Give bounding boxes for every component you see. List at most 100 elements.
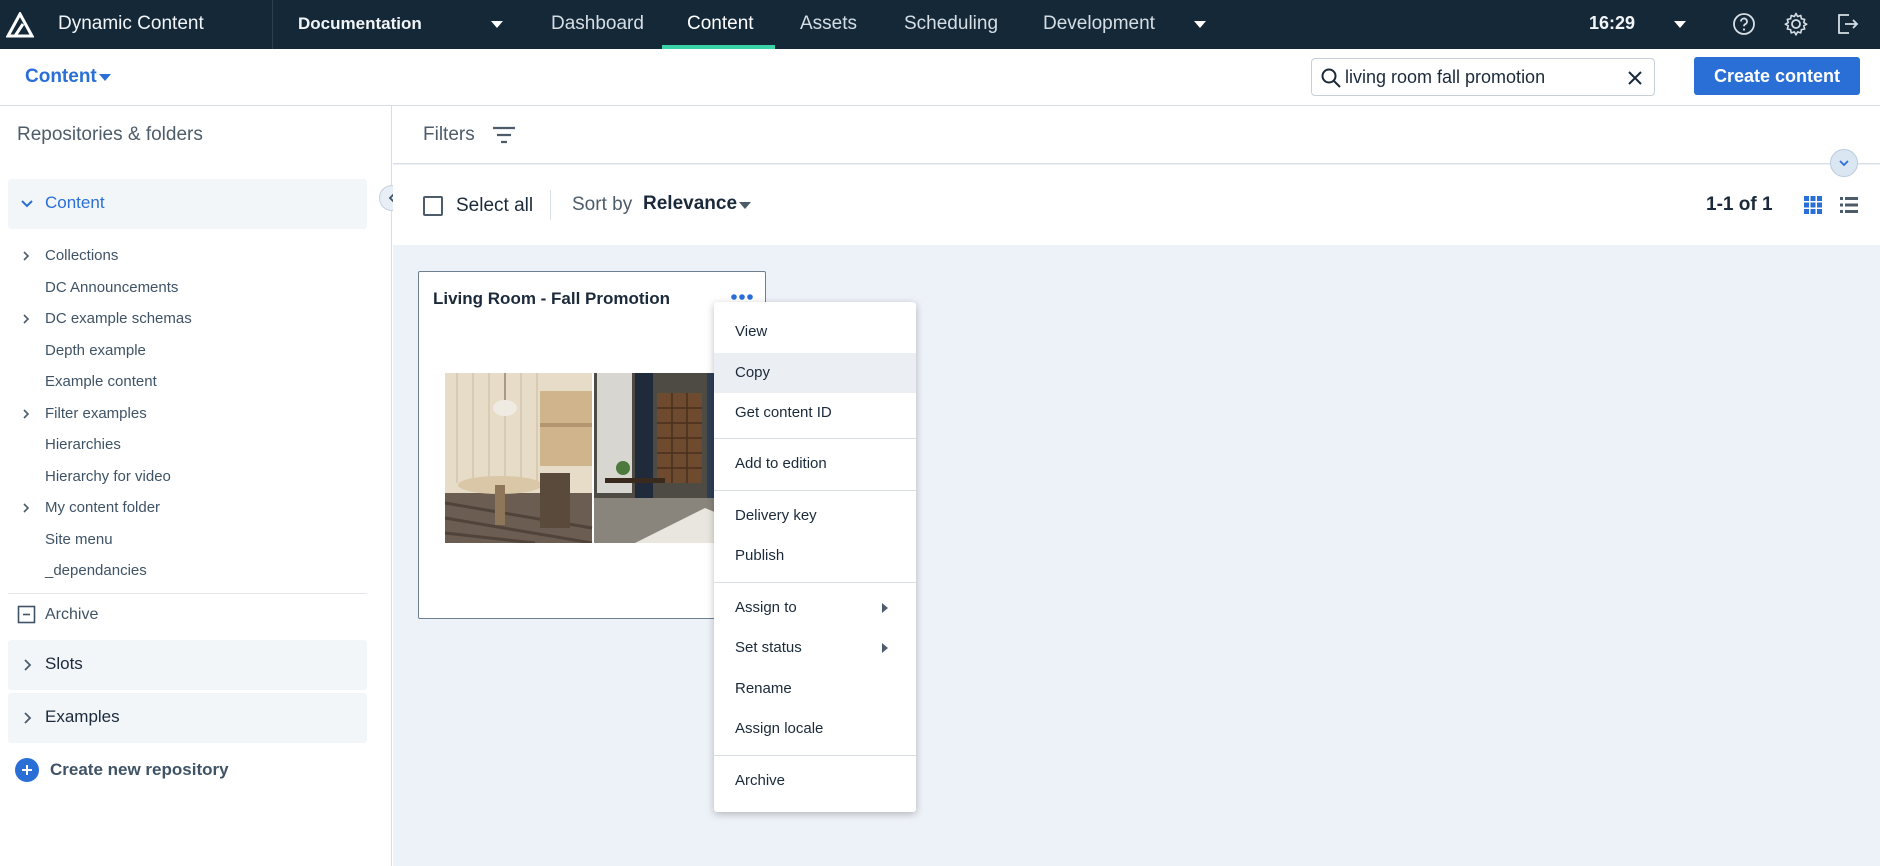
search-box[interactable] (1311, 58, 1655, 96)
folder-site-menu[interactable]: Site menu (45, 531, 113, 548)
folder-hierarchies[interactable]: Hierarchies (45, 436, 121, 453)
amplience-logo-icon[interactable] (6, 12, 34, 38)
hub-caret-down-icon[interactable] (491, 21, 503, 28)
folder-depth-example[interactable]: Depth example (45, 342, 146, 359)
repo-content-label: Content (45, 193, 105, 212)
menu-divider (714, 438, 916, 439)
menu-item-publish[interactable]: Publish (714, 536, 916, 576)
nav-assets[interactable]: Assets (800, 13, 857, 35)
repo-slots[interactable]: Slots (8, 640, 367, 690)
top-bar: Dynamic Content Documentation Dashboard … (0, 0, 1880, 49)
menu-divider (714, 490, 916, 491)
chevron-down-icon (1839, 160, 1849, 167)
menu-divider (714, 755, 916, 756)
archive-icon[interactable] (17, 605, 36, 624)
select-all-checkbox[interactable] (423, 196, 443, 216)
content-item-context-menu: View Copy Get content ID Add to edition … (714, 302, 916, 812)
menu-item-rename[interactable]: Rename (714, 669, 916, 709)
sidebar-title: Repositories & folders (17, 124, 203, 145)
menu-item-delivery-key[interactable]: Delivery key (714, 496, 916, 536)
menu-item-label: Copy (735, 364, 771, 381)
menu-item-label: Publish (735, 547, 785, 564)
folder-my-content-folder[interactable]: My content folder (45, 499, 160, 516)
menu-item-label: View (735, 323, 768, 340)
chevron-down-icon[interactable] (20, 197, 34, 211)
select-all-label[interactable]: Select all (456, 195, 533, 217)
sort-caret-down-icon[interactable] (739, 202, 751, 209)
clear-search-icon[interactable] (1625, 68, 1645, 88)
menu-item-label: Set status (735, 639, 802, 656)
folder-collections[interactable]: Collections (45, 247, 118, 264)
folder-example-content[interactable]: Example content (45, 373, 157, 390)
time-caret-down-icon[interactable] (1674, 21, 1686, 28)
filter-icon[interactable] (491, 124, 517, 146)
sort-by-label: Sort by (572, 194, 633, 215)
repo-slots-label: Slots (45, 654, 83, 673)
folder-dc-announcements[interactable]: DC Announcements (45, 279, 178, 296)
filters-label[interactable]: Filters (423, 124, 475, 146)
development-caret-down-icon[interactable] (1194, 21, 1206, 28)
create-content-button[interactable]: Create content (1694, 57, 1860, 95)
repo-examples[interactable]: Examples (8, 693, 367, 743)
folder-dc-example-schemas[interactable]: DC example schemas (45, 310, 192, 327)
menu-item-label: Assign to (735, 599, 797, 616)
repo-content[interactable]: Content (8, 179, 367, 229)
menu-item-assign-to[interactable]: Assign to (714, 588, 916, 628)
menu-item-label: Assign locale (735, 720, 824, 737)
menu-item-assign-locale[interactable]: Assign locale (714, 709, 916, 749)
help-icon[interactable] (1731, 11, 1757, 37)
menu-item-get-content-id[interactable]: Get content ID (714, 393, 916, 433)
menu-item-view[interactable]: View (714, 312, 916, 352)
logout-icon[interactable] (1834, 11, 1860, 37)
nav-development[interactable]: Development (1043, 13, 1155, 35)
hub-selector[interactable]: Documentation (298, 14, 422, 34)
menu-item-archive[interactable]: Archive (714, 761, 916, 801)
menu-item-copy[interactable]: Copy (714, 353, 916, 393)
submenu-arrow-icon (882, 643, 888, 653)
content-thumbnail-image (445, 373, 741, 543)
content-item-title[interactable]: Living Room - Fall Promotion (433, 289, 670, 309)
filters-bar: Filters (393, 106, 1880, 164)
toolbar-divider (550, 190, 551, 220)
chevron-right-icon[interactable] (20, 658, 34, 672)
repositories-sidebar: Repositories & folders Content Collectio… (0, 106, 392, 866)
chevron-right-icon[interactable] (20, 313, 32, 325)
folder-hierarchy-for-video[interactable]: Hierarchy for video (45, 468, 171, 485)
settings-gear-icon[interactable] (1783, 11, 1809, 37)
archive-link[interactable]: Archive (45, 606, 98, 624)
list-view-icon[interactable] (1839, 195, 1859, 215)
chevron-right-icon[interactable] (20, 250, 32, 262)
menu-item-set-status[interactable]: Set status (714, 628, 916, 668)
grid-view-icon[interactable] (1803, 195, 1823, 215)
chevron-right-icon[interactable] (20, 711, 34, 725)
submenu-arrow-icon (882, 603, 888, 613)
topbar-divider (272, 0, 273, 49)
repo-examples-label: Examples (45, 707, 120, 726)
results-count: 1-1 of 1 (1706, 194, 1773, 215)
context-caret-down-icon[interactable] (99, 74, 111, 81)
chevron-right-icon[interactable] (20, 502, 32, 514)
menu-item-label: Rename (735, 680, 792, 697)
menu-item-add-to-edition[interactable]: Add to edition (714, 444, 916, 484)
nav-content[interactable]: Content (687, 13, 754, 35)
more-options-icon[interactable] (729, 292, 755, 302)
expand-filters-button[interactable] (1830, 149, 1858, 177)
sort-dropdown[interactable]: Relevance (643, 193, 737, 215)
content-header: Content Create content (0, 49, 1880, 106)
content-context-dropdown[interactable]: Content (25, 66, 97, 88)
search-icon (1321, 68, 1341, 88)
create-new-repository-link[interactable]: Create new repository (50, 760, 229, 780)
menu-item-label: Delivery key (735, 507, 817, 524)
folder-filter-examples[interactable]: Filter examples (45, 405, 147, 422)
chevron-right-icon[interactable] (20, 408, 32, 420)
add-circle-icon[interactable] (14, 757, 40, 783)
folder-dependancies[interactable]: _dependancies (45, 562, 147, 579)
nav-dashboard[interactable]: Dashboard (551, 13, 644, 35)
nav-scheduling[interactable]: Scheduling (904, 13, 998, 35)
menu-divider (714, 582, 916, 583)
sidebar-divider (8, 593, 367, 594)
menu-item-label: Get content ID (735, 404, 832, 421)
time-display: 16:29 (1589, 13, 1636, 33)
search-input[interactable] (1345, 65, 1615, 89)
results-toolbar: Select all Sort by Relevance 1-1 of 1 (393, 165, 1880, 245)
